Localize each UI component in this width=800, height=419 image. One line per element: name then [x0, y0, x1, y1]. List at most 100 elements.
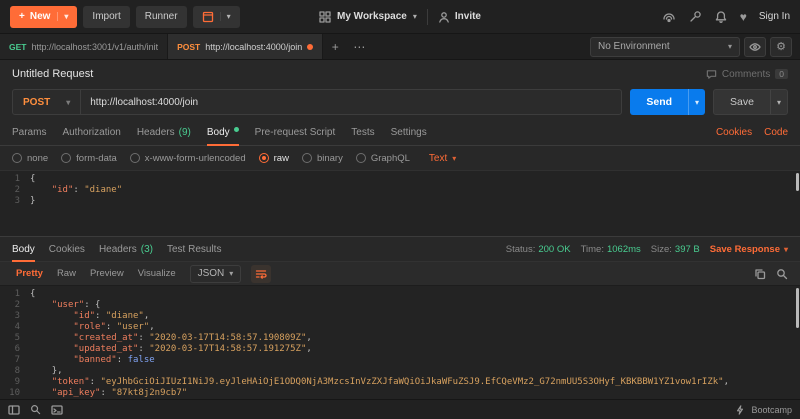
bootcamp-button[interactable]: Bootcamp	[735, 405, 792, 415]
request-title: Untitled Request	[12, 68, 94, 80]
environment-quicklook-button[interactable]	[744, 36, 766, 57]
request-tab-count: (9)	[178, 127, 191, 138]
sync-satellite-icon[interactable]	[662, 10, 676, 24]
open-new-button[interactable]: ▾	[192, 5, 240, 28]
code-link[interactable]: Code	[764, 127, 788, 138]
new-tab-button[interactable]: +	[323, 34, 347, 59]
caret-down-icon: ▾	[727, 42, 732, 51]
body-mode-GraphQL[interactable]: GraphQL	[355, 153, 410, 164]
request-tab-headers[interactable]: Headers (9)	[137, 120, 191, 145]
window-icon	[202, 11, 213, 22]
heart-icon[interactable]: ♥	[740, 10, 747, 24]
line-number: 3	[14, 311, 20, 321]
new-button[interactable]: + New ▾	[10, 5, 78, 28]
body-mode-binary[interactable]: binary	[301, 153, 343, 164]
response-body-editor[interactable]: 1234567891011 { "user": { "id": "diane",…	[0, 286, 800, 399]
time-value: 1062ms	[606, 243, 641, 255]
url-input[interactable]	[81, 96, 622, 108]
request-tab-body[interactable]: Body	[206, 120, 239, 146]
request-title-row: Untitled Request Comments 0	[0, 60, 800, 84]
request-tab-tests[interactable]: Tests	[351, 120, 374, 145]
body-mode-list: none form-data x-www-form-urlencoded raw bin…	[12, 153, 410, 164]
invite-button[interactable]: Invite	[438, 11, 481, 23]
method-select[interactable]: POST ▾	[13, 90, 82, 114]
save-button[interactable]: Save ▾	[713, 89, 788, 115]
save-response-button[interactable]: Save Response ▾	[710, 244, 788, 255]
view-tab-preview[interactable]: Preview	[86, 266, 128, 281]
toggle-sidebar-button[interactable]	[8, 404, 20, 416]
request-tab-pre-request-script[interactable]: Pre-request Script	[255, 120, 336, 145]
find-button[interactable]	[30, 404, 41, 415]
request-editor-code[interactable]: { "id": "diane"}	[26, 171, 800, 236]
import-button[interactable]: Import	[83, 5, 130, 28]
response-view-tabs: Pretty Raw Preview Visualize	[12, 266, 180, 281]
caret-down-icon: ▾	[229, 269, 234, 278]
request-tab-params[interactable]: Params	[12, 120, 46, 145]
save-options-caret-icon[interactable]: ▾	[769, 90, 787, 114]
request-tab-label: Authorization	[62, 127, 121, 138]
body-mode-none[interactable]: none	[12, 153, 48, 164]
console-icon	[51, 404, 63, 415]
divider	[426, 8, 428, 25]
code-line: "user": {	[51, 300, 101, 310]
body-mode-x-www-form-urlencoded[interactable]: x-www-form-urlencoded	[129, 153, 246, 164]
environment-zone: No Environment ▾ ⚙	[590, 34, 800, 59]
response-editor-scrollbar[interactable]	[796, 288, 799, 328]
response-tab-cookies[interactable]: Cookies	[49, 237, 85, 261]
line-number: 9	[14, 377, 20, 387]
code-line: "token": "eyJhbGciOiJIUzI1NiJ9.eyJleHAiO…	[51, 377, 730, 387]
tab-options-icon[interactable]: ⋯	[347, 34, 371, 59]
body-mode-raw[interactable]: raw	[258, 153, 289, 164]
comments-button[interactable]: Comments 0	[706, 69, 788, 80]
search-response-button[interactable]	[776, 268, 788, 280]
environment-label: No Environment	[598, 41, 670, 52]
view-tab-raw[interactable]: Raw	[53, 266, 80, 281]
response-tab-test-results[interactable]: Test Results	[167, 237, 221, 261]
caret-down-icon[interactable]: ▾	[219, 12, 231, 21]
response-tab-count: (3)	[140, 243, 153, 255]
response-tab-headers[interactable]: Headers (3)	[99, 237, 153, 261]
raw-format-select[interactable]: Text ▾	[429, 153, 456, 164]
request-tab[interactable]: GET http://localhost:3001/v1/auth/init	[0, 34, 169, 59]
request-editor-scrollbar[interactable]	[796, 173, 799, 191]
request-tab[interactable]: POST http://localhost:4000/join	[168, 34, 324, 59]
caret-down-icon[interactable]: ▾	[57, 12, 68, 21]
request-tab-authorization[interactable]: Authorization	[62, 120, 120, 145]
view-tab-pretty[interactable]: Pretty	[12, 266, 47, 281]
environment-settings-button[interactable]: ⚙	[770, 36, 792, 57]
interceptor-wrench-icon[interactable]	[688, 10, 702, 24]
method-label: POST	[23, 96, 51, 108]
invite-button-label: Invite	[454, 11, 481, 22]
radio-icon	[301, 153, 312, 163]
view-tab-visualize[interactable]: Visualize	[134, 266, 180, 281]
notifications-bell-icon[interactable]	[714, 10, 728, 24]
sign-in-button[interactable]: Sign In	[759, 11, 790, 22]
workspace-switcher[interactable]: My Workspace ▾	[319, 10, 417, 23]
copy-response-button[interactable]	[754, 268, 766, 280]
code-line: }	[30, 196, 36, 206]
response-meta: Status: 200 OK Time: 1062ms Size: 397 B …	[506, 237, 788, 261]
runner-button[interactable]: Runner	[135, 5, 187, 28]
response-format-select[interactable]: JSON ▾	[189, 264, 242, 283]
line-number: 5	[14, 333, 20, 343]
response-header: Body Cookies Headers (3) Test Results Status…	[0, 236, 800, 262]
cookies-link[interactable]: Cookies	[716, 127, 752, 138]
response-tab-label: Body	[12, 243, 35, 255]
request-tab-settings[interactable]: Settings	[391, 120, 427, 145]
request-body-editor[interactable]: 123 { "id": "diane"}	[0, 170, 800, 236]
line-number: 8	[14, 366, 20, 376]
line-number: 2	[14, 185, 20, 195]
console-button[interactable]	[51, 404, 63, 416]
response-tab-body[interactable]: Body	[12, 237, 35, 262]
response-editor-code[interactable]: { "user": { "id": "diane", "role": "user…	[26, 286, 800, 399]
line-number: 6	[14, 344, 20, 354]
body-mode-form-data[interactable]: form-data	[61, 153, 117, 164]
environment-select[interactable]: No Environment ▾	[590, 36, 740, 57]
caret-down-icon: ▾	[783, 244, 788, 254]
topbar-center: My Workspace ▾ Invite	[319, 8, 481, 25]
tab-url-label: http://localhost:4000/join	[205, 41, 303, 52]
wrap-text-button[interactable]	[251, 264, 272, 283]
send-options-caret-icon[interactable]: ▾	[688, 89, 705, 115]
send-button[interactable]: Send ▾	[630, 89, 706, 115]
wrap-text-icon	[256, 269, 267, 279]
